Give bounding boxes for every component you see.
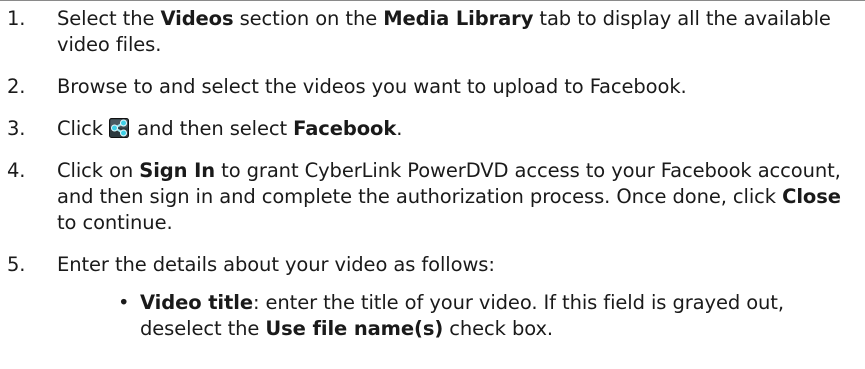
bullet-glyph: • <box>118 291 130 314</box>
step-4: 4. Click on Sign In to grant CyberLink Po… <box>0 158 865 236</box>
bold-term: Sign In <box>139 159 216 182</box>
step-5: 5. Enter the details about your video as … <box>0 252 865 342</box>
bold-term: Facebook <box>293 117 397 140</box>
step-body: Enter the details about your video as fo… <box>57 252 857 278</box>
step-number: 1. <box>7 7 26 30</box>
step-number: 5. <box>7 253 26 276</box>
step-text: check box. <box>443 317 554 340</box>
sub-bullet-item: • Video title: enter the title of your vi… <box>57 290 857 342</box>
step-text: section on the <box>233 7 384 30</box>
step-3: 3. Click and then select Facebook. <box>0 116 865 142</box>
step-text: . <box>396 117 403 140</box>
step-2: 2. Browse to and select the videos you wa… <box>0 74 865 100</box>
bold-term: Videos <box>160 7 234 30</box>
step-number: 4. <box>7 159 26 182</box>
step-text: to continue. <box>57 211 173 234</box>
instruction-list: 1. Select the Videos section on the Media… <box>0 6 865 358</box>
bold-term: Use file name(s) <box>265 317 444 340</box>
step-text: and then select <box>131 117 294 140</box>
step-text: Select the <box>57 7 161 30</box>
step-text: Enter the details about your video as fo… <box>57 253 495 276</box>
step-text: Click on <box>57 159 140 182</box>
step-number: 3. <box>7 117 26 140</box>
step-text: Browse to and select the videos you want… <box>57 75 687 98</box>
step-body: Click and then select Facebook. <box>57 116 857 142</box>
top-divider <box>0 0 865 1</box>
share-icon <box>109 118 130 138</box>
step-number: 2. <box>7 75 26 98</box>
bold-term: Video title <box>140 291 253 314</box>
step-body: Select the Videos section on the Media L… <box>57 6 857 58</box>
step-body: Click on Sign In to grant CyberLink Powe… <box>57 158 857 236</box>
step-text: Click <box>57 117 110 140</box>
step-1: 1. Select the Videos section on the Media… <box>0 6 865 58</box>
sub-item-body: Video title: enter the title of your vid… <box>140 290 849 342</box>
bold-term: Close <box>782 185 841 208</box>
step-body: Browse to and select the videos you want… <box>57 74 857 100</box>
bold-term: Media Library <box>383 7 534 30</box>
